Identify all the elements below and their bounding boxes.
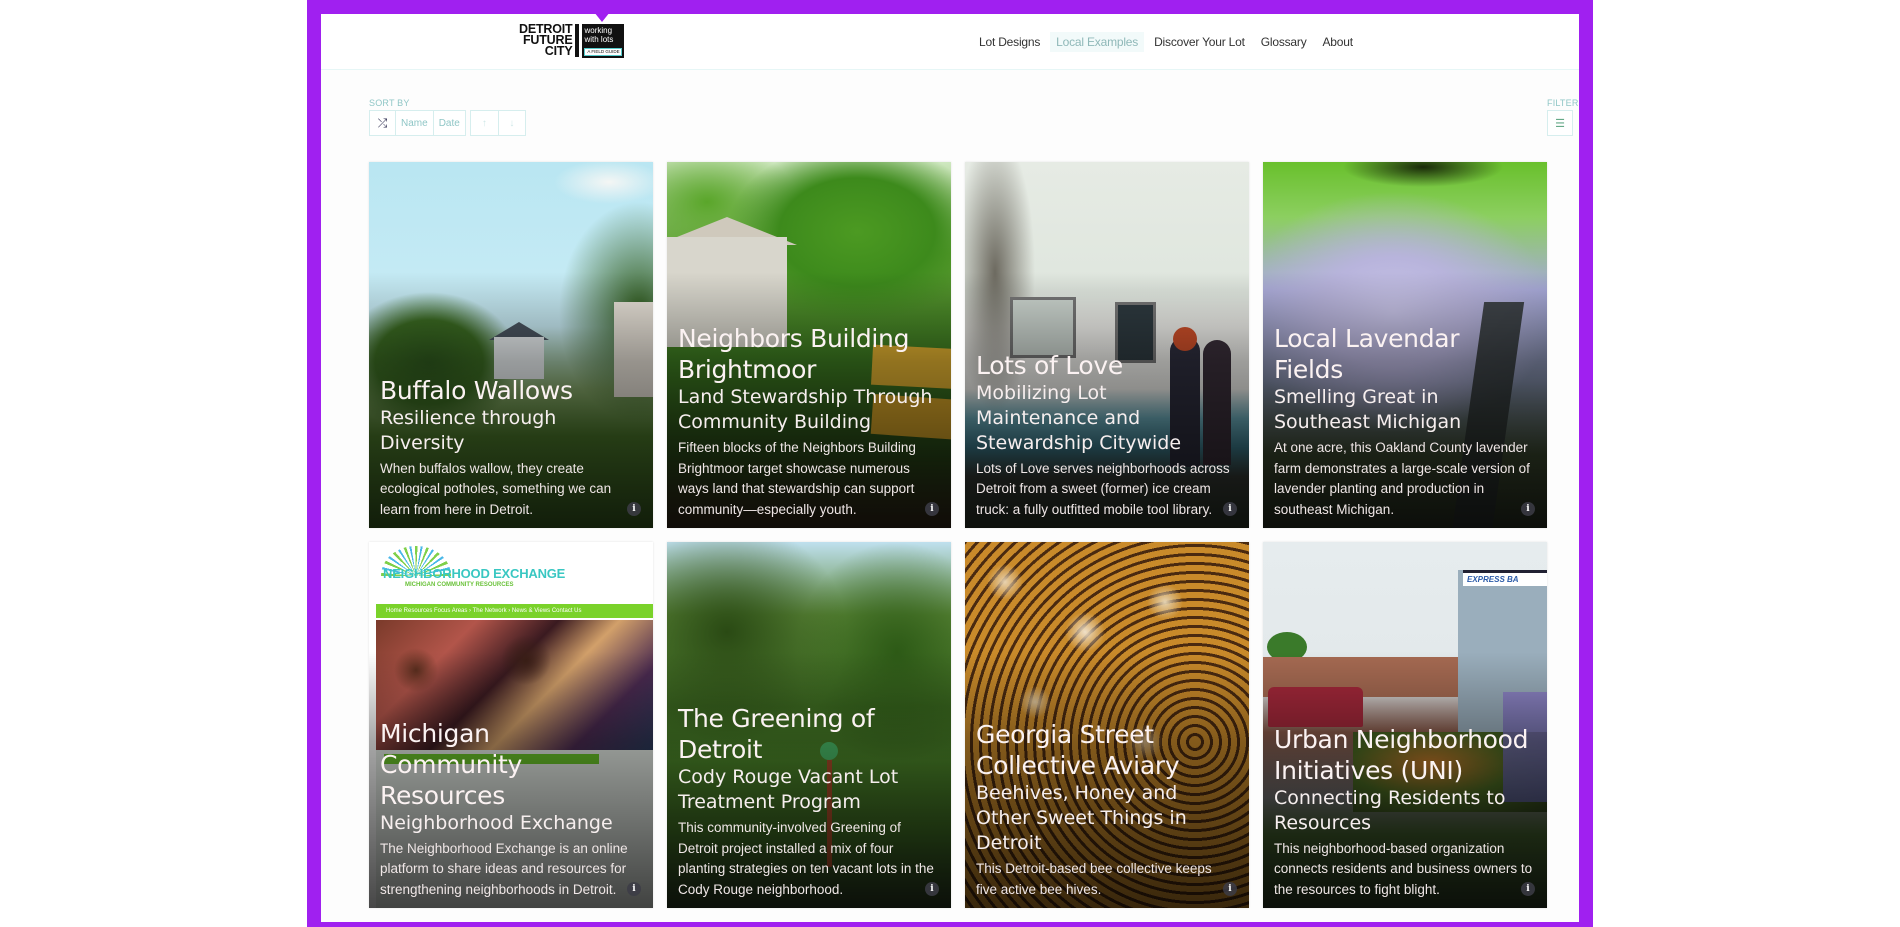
logo-badge-tag: A FIELD GUIDE	[584, 48, 623, 56]
info-icon[interactable]: i	[627, 502, 641, 516]
photo-logo-subtext: MICHIGAN COMMUNITY RESOURCES	[405, 582, 514, 588]
filter-button[interactable]: ☰	[1547, 110, 1573, 136]
info-icon[interactable]: i	[627, 882, 641, 896]
logo-line-city: CITY	[544, 44, 573, 58]
sort-shuffle-button[interactable]: ⤮	[369, 110, 395, 136]
info-icon[interactable]: i	[1223, 882, 1237, 896]
example-card-neighbors-building-brightmoor[interactable]: Neighbors Building Brightmoor Land Stewa…	[667, 162, 951, 528]
browser-frame: DETROIT FUTURE CITY working with lots A …	[307, 0, 1593, 927]
card-title: Buffalo Wallows	[380, 375, 573, 405]
card-subtitle: Connecting Residents to Resources	[1274, 786, 1506, 834]
logo-badge-line1: working	[584, 26, 613, 35]
card-description: This neighborhood-based organization con…	[1274, 840, 1533, 897]
card-subtitle: Land Stewardship Through Community Build…	[678, 386, 933, 433]
card-title: Local Lavendar Fields	[1274, 324, 1460, 384]
nav-lot-designs[interactable]: Lot Designs	[973, 32, 1046, 52]
card-description: Fifteen blocks of the Neighbors Building…	[678, 440, 916, 517]
sort-by-label: SORT BY	[369, 98, 410, 108]
nav-discover-your-lot[interactable]: Discover Your Lot	[1148, 32, 1251, 52]
info-icon[interactable]: i	[925, 502, 939, 516]
card-description: Lots of Love serves neighborhoods across…	[976, 460, 1230, 517]
example-card-michigan-community-resources[interactable]: NEIGHBORHOOD EXCHANGE MICHIGAN COMMUNITY…	[369, 542, 653, 908]
example-card-lots-of-love[interactable]: Lots of Love Mobilizing Lot Maintenance …	[965, 162, 1249, 528]
card-title: Urban Neighborhood Initiatives (UNI)	[1274, 724, 1529, 785]
card-title: Lots of Love	[976, 350, 1123, 380]
info-icon[interactable]: i	[1521, 502, 1535, 516]
filter-label: FILTER	[1547, 98, 1579, 108]
example-card-georgia-street-collective-aviary[interactable]: Georgia Street Collective Aviary Beehive…	[965, 542, 1249, 908]
card-description: This Detroit-based bee collective keeps …	[976, 861, 1212, 897]
logo-wordmark: DETROIT FUTURE CITY	[519, 23, 580, 58]
logo-notch-marker	[594, 12, 610, 22]
example-card-urban-neighborhood-initiatives[interactable]: EXPRESS BA Urban Neighborhood Initiative…	[1263, 542, 1547, 908]
card-description: When buffalos wallow, they create ecolog…	[380, 460, 612, 517]
photo-building-sign: EXPRESS BA	[1463, 570, 1547, 586]
nav-glossary[interactable]: Glossary	[1255, 32, 1313, 52]
sort-controls: ⤮ Name Date ↑ ↓	[369, 110, 526, 136]
card-title: The Greening of Detroit	[678, 704, 875, 764]
nav-local-examples[interactable]: Local Examples	[1050, 32, 1145, 52]
nav-about[interactable]: About	[1317, 32, 1359, 52]
shuffle-icon: ⤮	[377, 115, 388, 130]
card-title: Michigan Community Resources	[380, 718, 522, 810]
site-header: DETROIT FUTURE CITY working with lots A …	[321, 14, 1579, 70]
logo-badge-line2: with lots	[584, 35, 614, 44]
card-subtitle: Beehives, Honey and Other Sweet Things i…	[976, 782, 1187, 854]
card-description: At one acre, this Oakland County lavende…	[1274, 440, 1530, 517]
photo-nav-bar: Home Resources Focus Areas › The Network…	[376, 604, 653, 618]
info-icon[interactable]: i	[1223, 502, 1237, 516]
card-subtitle: Cody Rouge Vacant Lot Treatment Program	[678, 766, 899, 813]
sort-ascending-icon: ↑	[481, 117, 487, 129]
example-card-local-lavendar-fields[interactable]: Local Lavendar Fields Smelling Great in …	[1263, 162, 1547, 528]
page: DETROIT FUTURE CITY working with lots A …	[321, 12, 1579, 922]
sort-date-button[interactable]: Date	[432, 110, 466, 136]
card-subtitle: Resilience through Diversity	[380, 406, 557, 454]
example-card-greening-of-detroit[interactable]: The Greening of Detroit Cody Rouge Vacan…	[667, 542, 951, 908]
filter-icon: ☰	[1555, 117, 1565, 130]
card-description: This community-involved Greening of Detr…	[678, 820, 934, 897]
example-card-buffalo-wallows[interactable]: Buffalo Wallows Resilience through Diver…	[369, 162, 653, 528]
card-description: The Neighborhood Exchange is an online p…	[380, 840, 628, 897]
site-logo[interactable]: DETROIT FUTURE CITY working with lots A …	[519, 23, 625, 58]
info-icon[interactable]: i	[1521, 882, 1535, 896]
sort-descending-button[interactable]: ↓	[497, 110, 526, 136]
sort-descending-icon: ↓	[509, 117, 515, 129]
logo-badge: working with lots A FIELD GUIDE	[582, 24, 625, 58]
main-nav: Lot Designs Local Examples Discover Your…	[973, 32, 1359, 52]
card-title: Georgia Street Collective Aviary	[976, 720, 1180, 780]
card-title: Neighbors Building Brightmoor	[678, 324, 910, 384]
photo-logo-text: NEIGHBORHOOD EXCHANGE	[383, 566, 566, 581]
sort-ascending-button[interactable]: ↑	[469, 110, 498, 136]
info-icon[interactable]: i	[925, 882, 939, 896]
sort-name-button[interactable]: Name	[395, 110, 433, 136]
card-subtitle: Neighborhood Exchange	[380, 811, 613, 834]
card-subtitle: Smelling Great in Southeast Michigan	[1274, 386, 1462, 433]
card-subtitle: Mobilizing Lot Maintenance and Stewardsh…	[976, 381, 1182, 454]
